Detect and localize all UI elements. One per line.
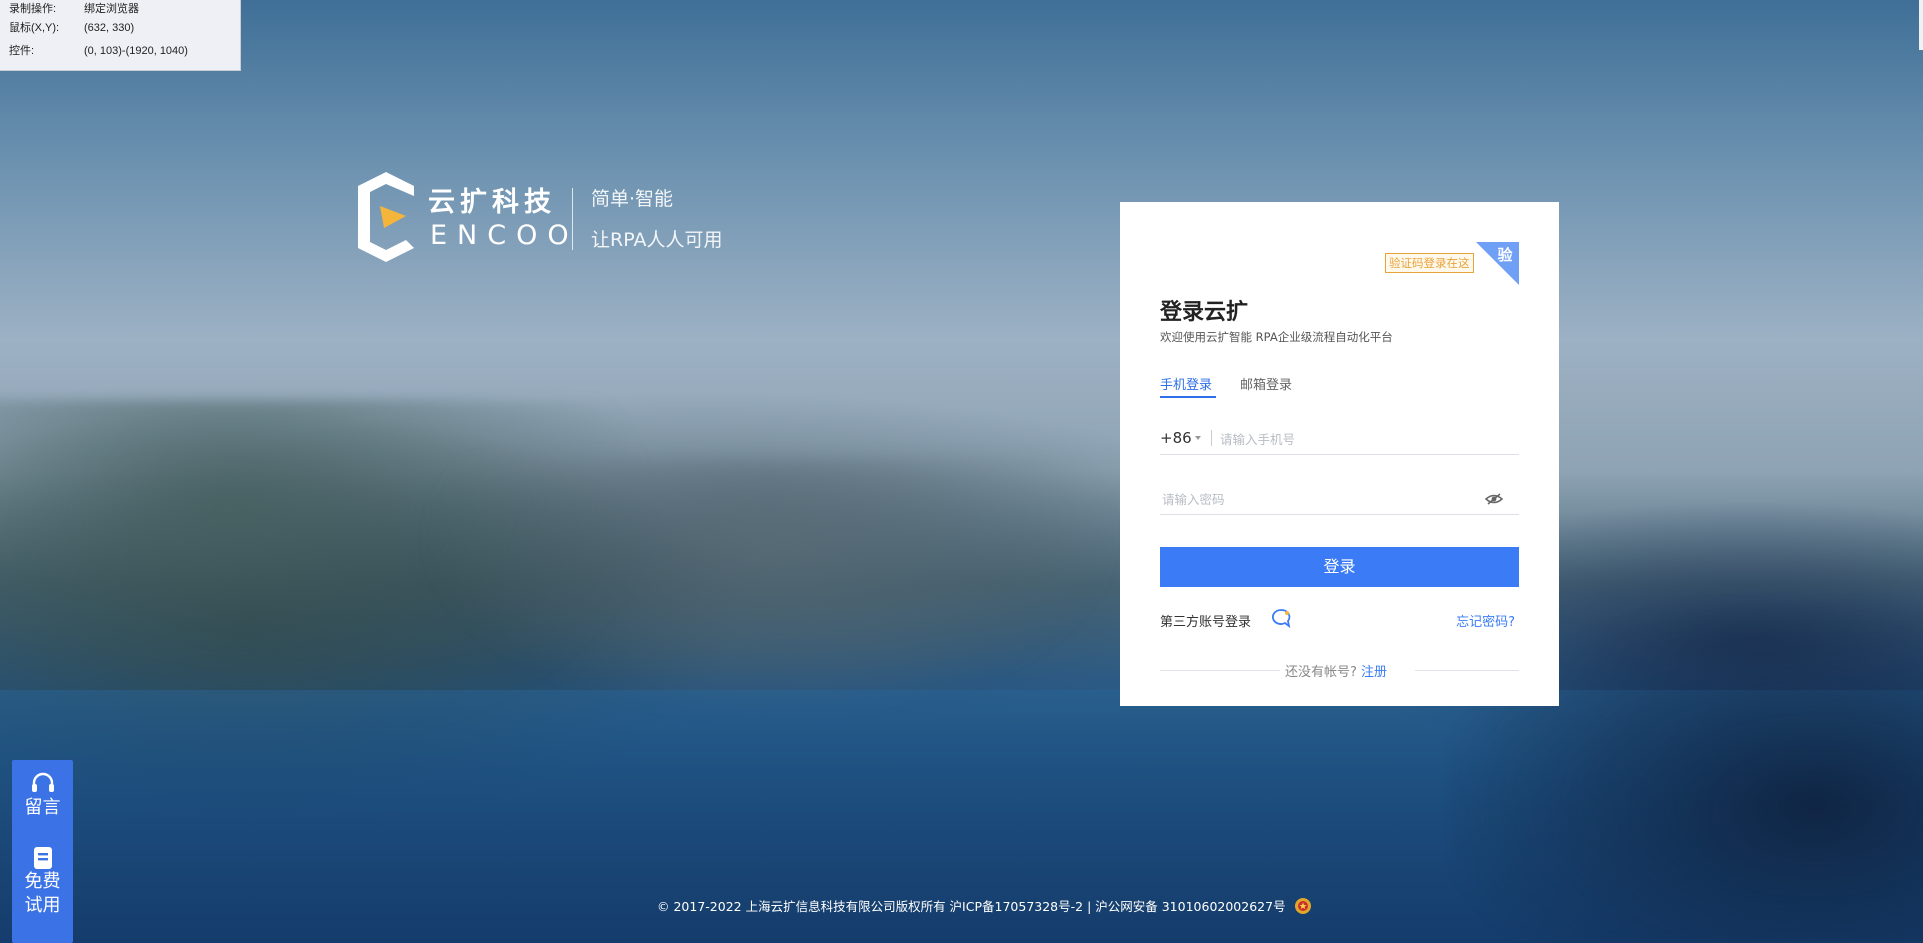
phone-input[interactable] — [1218, 427, 1517, 451]
forgot-password-link[interactable]: 忘记密码? — [1456, 611, 1515, 630]
brand-header: 云扩科技 ENCOO 简单·智能 让RPA人人可用 — [358, 170, 758, 270]
recorder-control-key: 控件: — [9, 45, 35, 57]
recorder-mouse-value: (632, 330) — [84, 22, 135, 34]
brand-name-en: ENCOO — [430, 220, 579, 251]
recorder-mouse-key: 鼠标(X,Y): — [9, 22, 60, 34]
no-account-text: 还没有帐号? — [1285, 665, 1357, 680]
divider-left — [1160, 670, 1280, 671]
code-login-corner-toggle[interactable]: 验 — [1476, 242, 1519, 285]
footer-text: © 2017-2022 上海云扩信息科技有限公司版权所有 沪ICP备170573… — [657, 899, 1286, 914]
document-icon — [33, 847, 52, 869]
recorder-info-panel: 录制操作: 绑定浏览器 鼠标(X,Y): (632, 330) 控件: (0, 103… — [0, 0, 241, 71]
country-code-divider — [1211, 430, 1212, 446]
recorder-action-value: 绑定浏览器 — [84, 3, 139, 15]
tab-email-login[interactable]: 邮箱登录 — [1240, 374, 1292, 393]
third-party-chat-icon[interactable] — [1270, 608, 1292, 628]
tab-phone-login[interactable]: 手机登录 — [1160, 374, 1217, 398]
login-subtitle: 欢迎使用云扩智能 RPA企业级流程自动化平台 — [1160, 330, 1393, 344]
eye-hidden-icon[interactable] — [1485, 492, 1503, 506]
password-field — [1160, 474, 1519, 515]
free-trial-button[interactable]: 免费 试用 — [12, 846, 73, 918]
register-row: 还没有帐号? 注册 — [1160, 660, 1519, 680]
register-link[interactable]: 注册 — [1361, 665, 1387, 680]
login-button[interactable]: 登录 — [1160, 547, 1519, 587]
no-account-text-wrap: 还没有帐号? 注册 — [1285, 661, 1387, 680]
encoo-logo-icon — [358, 172, 414, 262]
login-card: 验证码登录在这 验 登录云扩 欢迎使用云扩智能 RPA企业级流程自动化平台 手机… — [1120, 202, 1559, 706]
free-trial-label-1: 免费 — [24, 871, 61, 892]
message-button[interactable]: 留言 — [12, 772, 73, 820]
chevron-down-icon[interactable] — [1195, 436, 1201, 440]
code-login-hint[interactable]: 验证码登录在这 — [1385, 253, 1474, 273]
message-label: 留言 — [24, 797, 61, 818]
scrollbar[interactable] — [1919, 0, 1923, 50]
country-code-select[interactable]: +86 — [1160, 429, 1192, 447]
password-input[interactable] — [1160, 487, 1484, 511]
police-badge-icon — [1294, 898, 1311, 914]
third-party-login-label: 第三方账号登录 — [1160, 615, 1252, 630]
free-trial-label-2: 试用 — [24, 895, 61, 916]
corner-label: 验 — [1497, 246, 1513, 264]
recorder-control-value: (0, 103)-(1920, 1040) — [84, 45, 188, 57]
footer-copyright: © 2017-2022 上海云扩信息科技有限公司版权所有 沪ICP备170573… — [657, 896, 1312, 915]
brand-name-cn: 云扩科技 — [428, 187, 556, 218]
brand-slogan-1: 简单·智能 — [591, 188, 674, 210]
phone-field: +86 — [1160, 414, 1519, 455]
background-mountain-center — [420, 460, 1120, 720]
recorder-action-key: 录制操作: — [9, 3, 57, 15]
side-float-panel: 留言 免费 试用 — [12, 760, 73, 943]
divider-right — [1415, 670, 1519, 671]
brand-divider — [572, 188, 573, 250]
login-title: 登录云扩 — [1160, 300, 1249, 325]
headset-icon — [31, 772, 54, 792]
brand-slogan-2: 让RPA人人可用 — [591, 229, 723, 251]
